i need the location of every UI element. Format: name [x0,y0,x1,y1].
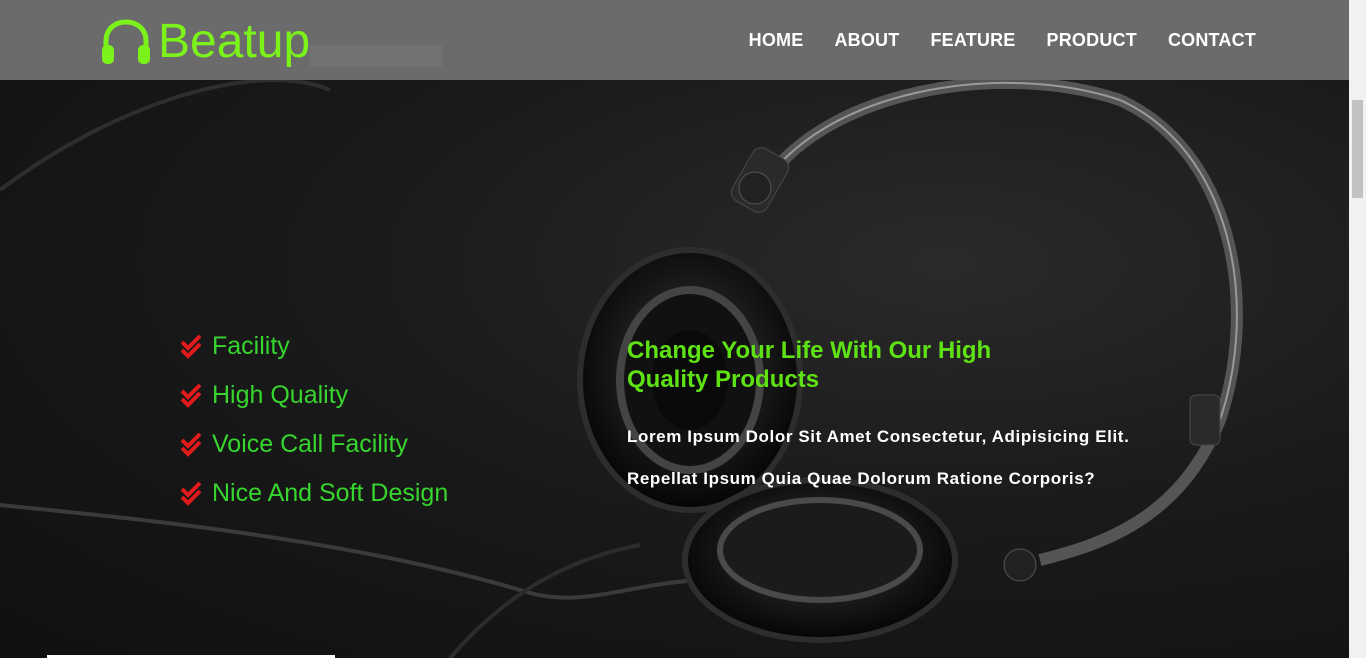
nav-feature-link[interactable]: FEATURE [930,30,1015,51]
nav-home-link[interactable]: HOME [749,30,804,51]
main-nav: HOME ABOUT FEATURE PRODUCT CONTACT [718,30,1256,51]
nav-contact-link[interactable]: CONTACT [1168,30,1256,51]
promo-text-line: Lorem Ipsum Dolor Sit Amet Consectetur, … [627,427,1130,446]
promo-block: Change Your Life With Our High Quality P… [627,336,1227,489]
double-check-icon [180,334,202,359]
feature-item: Facility [180,322,448,371]
page-scrollbar[interactable] [1349,0,1366,658]
feature-label: Voice Call Facility [212,430,408,458]
top-navbar: Beatup HOME ABOUT FEATURE PRODUCT CONTAC… [0,0,1349,80]
scrollbar-thumb[interactable] [1352,100,1363,198]
feature-label: Nice And Soft Design [212,479,449,507]
logo-shadow-box [310,45,442,67]
feature-label: High Quality [212,381,349,409]
headphones-icon [102,19,150,64]
nav-about-link[interactable]: ABOUT [834,30,899,51]
feature-list: Facility High Quality Voice Call Facilit… [180,322,448,518]
brand-logo[interactable]: Beatup [100,14,310,70]
double-check-icon [180,383,202,408]
brand-name: Beatup [158,15,311,68]
feature-item: Voice Call Facility [180,420,448,469]
feature-item: High Quality [180,371,448,420]
promo-text-line: Repellat Ipsum Quia Quae Dolorum Ratione… [627,469,1096,488]
double-check-icon [180,481,202,506]
double-check-icon [180,432,202,457]
promo-heading: Change Your Life With Our High Quality P… [627,337,992,393]
feature-label: Facility [212,332,290,360]
feature-item: Nice And Soft Design [180,469,448,518]
nav-product-link[interactable]: PRODUCT [1047,30,1137,51]
